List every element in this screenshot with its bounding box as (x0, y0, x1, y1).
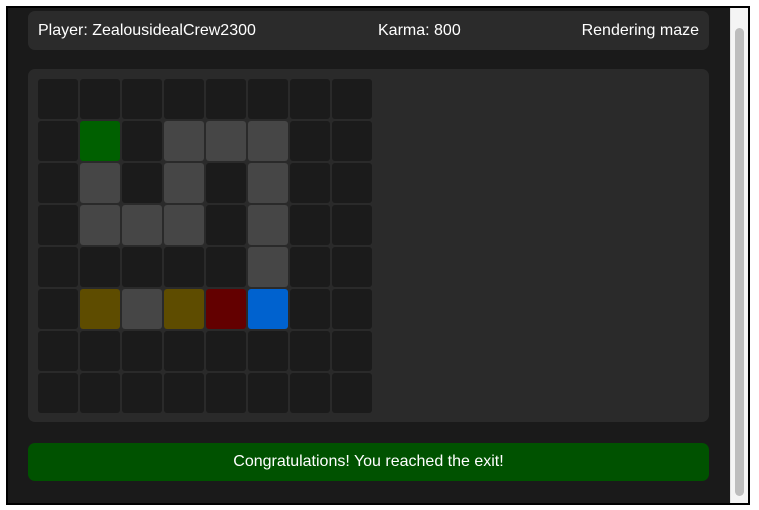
player-name: Player: ZealousidealCrew2300 (38, 22, 256, 39)
maze-panel (28, 69, 709, 422)
maze-cell-wall (38, 79, 78, 119)
game-window: Player: ZealousidealCrew2300 Karma: 800 … (6, 6, 750, 505)
maze-cell-wall (38, 331, 78, 371)
maze-cell-path (164, 121, 204, 161)
maze-cell-wall (206, 247, 246, 287)
maze-cell-wall (80, 247, 120, 287)
maze-cell-wall (248, 331, 288, 371)
maze-cell-wall (332, 373, 372, 413)
maze-cell-path (122, 205, 162, 245)
maze-cell-wall (164, 331, 204, 371)
success-message: Congratulations! You reached the exit! (28, 443, 709, 481)
maze-cell-wall (122, 121, 162, 161)
maze-cell-wall (122, 163, 162, 203)
maze-cell-wall (164, 247, 204, 287)
maze-grid (38, 79, 372, 413)
maze-cell-path (248, 121, 288, 161)
maze-cell-wall (164, 373, 204, 413)
maze-cell-wall (38, 373, 78, 413)
maze-cell-visited (164, 289, 204, 329)
maze-cell-wall (80, 373, 120, 413)
maze-cell-wall (80, 79, 120, 119)
maze-cell-wall (80, 331, 120, 371)
maze-cell-start (80, 121, 120, 161)
game-content: Player: ZealousidealCrew2300 Karma: 800 … (8, 8, 730, 503)
maze-cell-wall (38, 205, 78, 245)
maze-cell-wall (248, 373, 288, 413)
maze-cell-wall (290, 331, 330, 371)
maze-cell-wall (332, 205, 372, 245)
maze-cell-wall (122, 247, 162, 287)
maze-cell-path (80, 163, 120, 203)
maze-cell-wall (290, 373, 330, 413)
scrollbar-thumb[interactable] (735, 28, 744, 496)
maze-cell-wall (206, 331, 246, 371)
scrollbar[interactable] (730, 8, 748, 503)
render-status: Rendering maze (581, 22, 699, 39)
maze-cell-wall (38, 289, 78, 329)
karma-score: Karma: 800 (378, 22, 461, 39)
maze-cell-path (164, 163, 204, 203)
maze-cell-path (122, 289, 162, 329)
maze-cell-wall (122, 79, 162, 119)
maze-cell-wall (290, 79, 330, 119)
maze-cell-wall (206, 163, 246, 203)
maze-cell-wall (38, 121, 78, 161)
maze-cell-path (80, 205, 120, 245)
maze-cell-wall (332, 79, 372, 119)
maze-cell-wall (164, 79, 204, 119)
maze-cell-wall (206, 79, 246, 119)
maze-cell-wall (332, 121, 372, 161)
maze-cell-wall (290, 121, 330, 161)
maze-cell-wall (332, 247, 372, 287)
maze-cell-wall (332, 331, 372, 371)
maze-cell-path (248, 163, 288, 203)
maze-cell-dead-end (206, 289, 246, 329)
maze-cell-wall (38, 163, 78, 203)
maze-cell-wall (38, 247, 78, 287)
maze-cell-path (206, 121, 246, 161)
maze-cell-path (248, 247, 288, 287)
maze-cell-wall (122, 331, 162, 371)
status-bar: Player: ZealousidealCrew2300 Karma: 800 … (28, 11, 709, 50)
maze-cell-wall (332, 289, 372, 329)
maze-cell-path (248, 205, 288, 245)
maze-cell-wall (206, 373, 246, 413)
maze-cell-wall (290, 205, 330, 245)
maze-cell-wall (206, 205, 246, 245)
maze-cell-wall (248, 79, 288, 119)
maze-cell-wall (290, 289, 330, 329)
maze-cell-wall (122, 373, 162, 413)
maze-cell-wall (290, 163, 330, 203)
maze-cell-exit (248, 289, 288, 329)
maze-cell-wall (332, 163, 372, 203)
maze-cell-path (164, 205, 204, 245)
maze-cell-visited (80, 289, 120, 329)
maze-cell-wall (290, 247, 330, 287)
